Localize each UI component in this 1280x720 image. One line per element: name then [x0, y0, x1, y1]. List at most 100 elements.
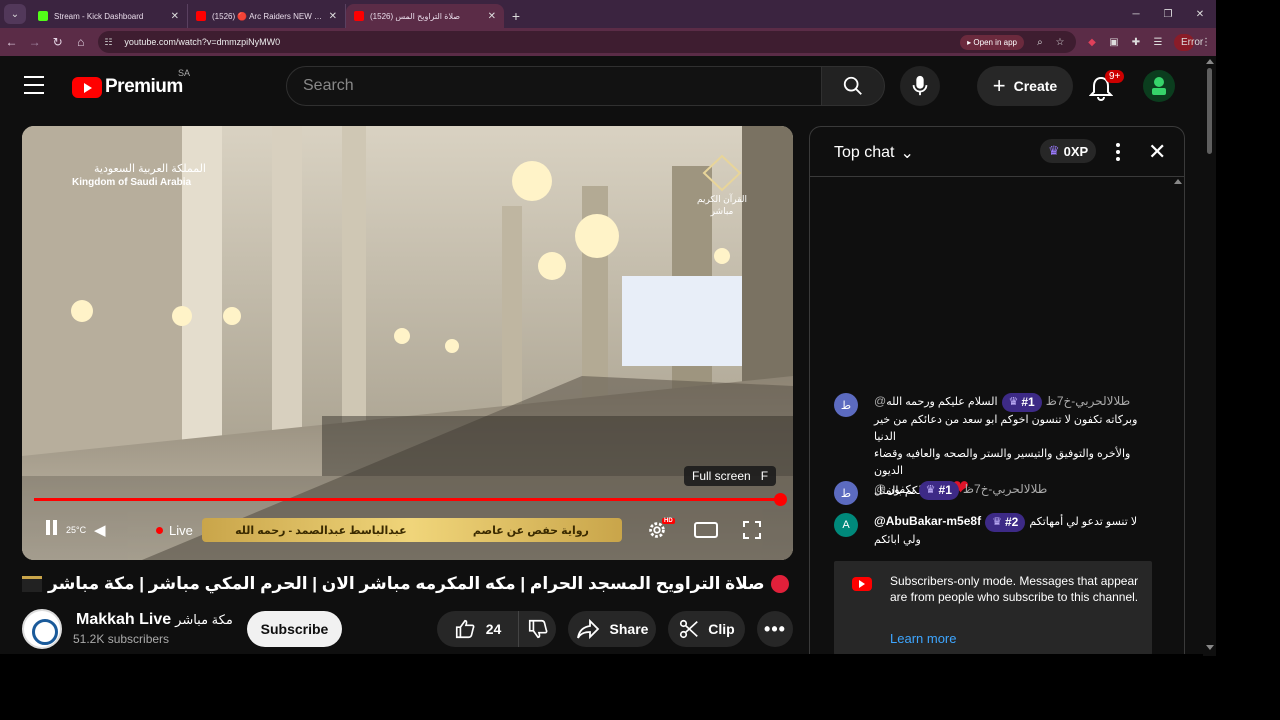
chat-text-line: ولي ابائكم: [874, 534, 921, 546]
notifications-button[interactable]: 9+: [1089, 70, 1125, 102]
scrubber-handle[interactable]: [774, 493, 787, 506]
fullscreen-icon: [743, 521, 761, 539]
browser-tab-active[interactable]: (1526) صلاة التراويح المس ✕: [346, 4, 504, 28]
share-label: Share: [609, 621, 649, 637]
more-actions-button[interactable]: •••: [757, 611, 793, 647]
subscribe-button[interactable]: Subscribe: [247, 611, 342, 647]
extension-badge-icon[interactable]: ▣: [1104, 37, 1124, 48]
chat-author[interactable]: @AbuBakar-m5e8f: [874, 514, 981, 528]
chat-mode-label: Top chat: [834, 144, 895, 161]
close-window-icon[interactable]: ✕: [1184, 0, 1216, 28]
microphone-icon: [912, 75, 928, 96]
crown-icon: ♛: [1008, 396, 1019, 408]
chat-text-line: تكفون: [886, 484, 915, 496]
like-dislike-group: 24: [437, 611, 556, 647]
window-controls: ─ ❐ ✕: [1120, 0, 1216, 28]
live-indicator[interactable]: Live: [156, 518, 193, 542]
theater-mode-button[interactable]: [694, 518, 718, 542]
clip-button[interactable]: Clip: [668, 611, 745, 647]
rank-value: #1: [938, 483, 952, 497]
back-icon[interactable]: ←: [0, 30, 23, 54]
home-icon[interactable]: ⌂: [69, 30, 92, 54]
chat-more-options-icon[interactable]: [1112, 141, 1124, 163]
live-red-dot-icon: [770, 575, 789, 593]
dislike-button[interactable]: [519, 611, 556, 647]
video-frame: [22, 126, 793, 560]
close-chat-icon[interactable]: ✕: [1148, 141, 1166, 163]
page-scrollbar[interactable]: [1203, 56, 1216, 656]
forward-icon[interactable]: →: [23, 30, 46, 54]
account-avatar[interactable]: [1143, 70, 1175, 102]
tab-search-button[interactable]: ⌄: [4, 4, 26, 24]
chat-avatar[interactable]: A: [834, 513, 858, 537]
extension-icon[interactable]: ◆: [1082, 37, 1102, 48]
browser-menu-icon[interactable]: ⋮: [1196, 37, 1216, 48]
scroll-down-icon[interactable]: [1206, 645, 1214, 650]
youtube-play-icon: [72, 76, 102, 98]
crown-icon: ♛: [925, 484, 936, 496]
channel-avatar[interactable]: [22, 609, 62, 649]
channel-name-arabic[interactable]: مكة مباشر: [175, 612, 233, 627]
close-tab-icon[interactable]: ✕: [488, 11, 496, 22]
profile-error-button[interactable]: Error: [1173, 33, 1203, 51]
site-info-icon[interactable]: ☷: [104, 37, 118, 48]
tab-title: (1526) 🔴 Arc Raiders NEW EXP: [212, 11, 323, 21]
volume-button[interactable]: ◀: [94, 518, 106, 542]
youtube-premium-logo[interactable]: Premium SA: [72, 68, 190, 98]
search-button[interactable]: [821, 66, 885, 106]
learn-more-link[interactable]: Learn more: [890, 631, 956, 646]
chat-scrollbar[interactable]: [1174, 179, 1182, 184]
country-code: SA: [178, 68, 191, 78]
progress-bar[interactable]: [34, 493, 787, 506]
tooltip-key: F: [760, 469, 769, 483]
bookmark-star-icon[interactable]: ☆: [1050, 37, 1070, 48]
xp-badge[interactable]: ♛ 0XP: [1040, 139, 1097, 163]
zoom-icon[interactable]: ⌕: [1030, 37, 1050, 48]
open-in-app-button[interactable]: ▸ Open in app: [960, 34, 1024, 50]
chat-mode-dropdown[interactable]: Top chat ⌄: [834, 143, 914, 163]
extensions-puzzle-icon[interactable]: ✚: [1126, 37, 1146, 48]
url-text[interactable]: youtube.com/watch?v=dmmzpiNyMW0: [124, 37, 960, 47]
live-chat-panel: Top chat ⌄ ♛ 0XP ✕ ط @طلالالحربي-خ7ظ ♛ #1 الس…: [809, 126, 1185, 654]
subscribers-only-text: Subscribers-only mode. Messages that app…: [890, 574, 1139, 604]
browser-tab[interactable]: Stream - Kick Dashboard ✕: [30, 4, 188, 28]
more-horizontal-icon: •••: [764, 618, 786, 639]
crown-icon: ♛: [992, 516, 1002, 528]
chat-avatar[interactable]: ط: [834, 481, 858, 505]
close-tab-icon[interactable]: ✕: [171, 11, 179, 22]
share-button[interactable]: Share: [568, 611, 656, 647]
reading-list-icon[interactable]: ☰: [1148, 37, 1168, 48]
voice-search-button[interactable]: [900, 66, 940, 106]
video-title: صلاة التراويح المسجد الحرام | مكه المكرم…: [22, 574, 793, 594]
scroll-up-icon[interactable]: [1206, 59, 1214, 64]
chat-text-line: السلام عليكم ورحمه الله: [886, 396, 998, 408]
youtube-icon: [852, 577, 872, 591]
minimize-icon[interactable]: ─: [1120, 0, 1152, 28]
search-icon: [843, 76, 862, 95]
like-button[interactable]: 24: [437, 611, 519, 647]
thumbs-up-icon: [455, 619, 475, 639]
new-tab-button[interactable]: +: [504, 4, 528, 28]
channel-name-latin[interactable]: Makkah Live: [76, 611, 171, 628]
reload-icon[interactable]: ↻: [46, 30, 69, 54]
restore-icon[interactable]: ❐: [1152, 0, 1184, 28]
channel-name[interactable]: Makkah Live مكة مباشر: [76, 611, 233, 629]
menu-icon[interactable]: [24, 76, 44, 94]
fullscreen-button[interactable]: [742, 518, 762, 542]
like-count: 24: [485, 621, 502, 637]
create-button[interactable]: + Create: [977, 66, 1073, 106]
lower-third-banner: عبدالباسط عبدالصمد - رحمه الله رواية حفص…: [202, 518, 622, 542]
chat-text-line: والأخره والتوفيق والتيسير والستر والصحه …: [874, 448, 1131, 477]
browser-tab[interactable]: (1526) 🔴 Arc Raiders NEW EXP ✕: [188, 4, 346, 28]
chat-avatar[interactable]: ط: [834, 393, 858, 417]
youtube-favicon-icon: [196, 11, 206, 21]
chat-scroll-up-icon[interactable]: [1174, 179, 1182, 184]
address-bar[interactable]: ☷ youtube.com/watch?v=dmmzpiNyMW0 ▸ Open…: [98, 31, 1076, 53]
scrollbar-thumb[interactable]: [1207, 68, 1212, 154]
video-player[interactable]: المملكة العربية السعودية Kingdom of Saud…: [22, 126, 793, 560]
close-tab-icon[interactable]: ✕: [329, 11, 337, 22]
pause-button[interactable]: [46, 518, 60, 542]
search-input[interactable]: Search: [286, 66, 822, 106]
temperature-readout: 25°C: [66, 525, 87, 535]
pause-icon: [46, 520, 60, 540]
